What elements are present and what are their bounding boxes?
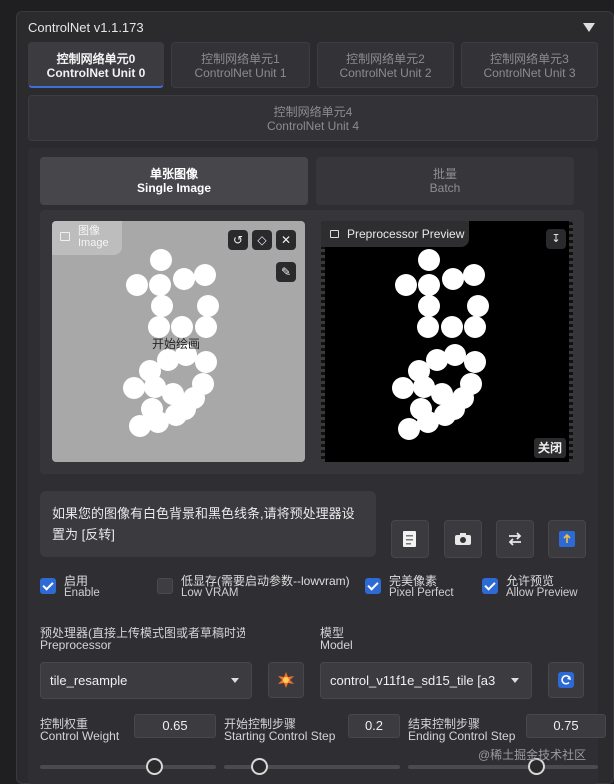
tab-unit-1-cn: 控制网络单元1 xyxy=(201,52,280,66)
tab-unit-3-en: ControlNet Unit 3 xyxy=(483,66,576,80)
run-preprocessor-icon xyxy=(278,672,294,688)
send-dimensions-button[interactable] xyxy=(548,520,586,558)
pixel-perfect-label: 完美像素 Pixel Perfect xyxy=(389,575,454,599)
allow-preview-label-cn: 允许预览 xyxy=(506,574,555,588)
tab-unit-4-cn: 控制网络单元4 xyxy=(273,105,353,119)
tab-unit-1[interactable]: 控制网络单元1 ControlNet Unit 1 xyxy=(171,42,310,88)
starting-step-input[interactable]: 0.2 xyxy=(348,714,400,738)
image-label-en: Image xyxy=(78,237,109,249)
accordion-title[interactable]: ControlNet v1.1.173 xyxy=(28,20,144,35)
tab-unit-0-en: ControlNet Unit 0 xyxy=(46,66,146,80)
control-weight-label: 控制权重 Control Weight xyxy=(40,718,119,742)
low-vram-label-en: Low VRAM xyxy=(181,587,239,599)
tab-batch-en: Batch xyxy=(429,181,461,195)
model-label-en: Model xyxy=(320,638,353,652)
starting-step-label: 开始控制步骤 Starting Control Step xyxy=(224,718,335,742)
enable-checkbox[interactable] xyxy=(40,578,56,594)
pixel-perfect-label-cn: 完美像素 xyxy=(389,574,438,588)
tab-unit-1-en: ControlNet Unit 1 xyxy=(194,66,287,80)
swap-icon xyxy=(508,532,522,546)
refresh-icon xyxy=(558,672,574,688)
allow-preview-label-en: Allow Preview xyxy=(506,587,578,599)
tab-unit-3[interactable]: 控制网络单元3 ControlNet Unit 3 xyxy=(461,42,598,88)
tab-batch[interactable]: 批量 Batch xyxy=(316,157,574,205)
tab-unit-0[interactable]: 控制网络单元0 ControlNet Unit 0 xyxy=(28,42,164,88)
tab-unit-4-en: ControlNet Unit 4 xyxy=(266,119,360,133)
new-canvas-icon xyxy=(403,531,416,547)
low-vram-label-cn: 低显存(需要启动参数--lowvram) xyxy=(181,574,350,588)
chevron-down-icon xyxy=(231,678,239,683)
tab-single-image-en: Single Image xyxy=(136,181,212,195)
control-weight-slider[interactable] xyxy=(40,765,216,769)
enable-label-cn: 启用 xyxy=(64,574,89,588)
preview-dots xyxy=(392,249,489,440)
camera-icon xyxy=(455,533,471,545)
preprocessor-value: tile_resample xyxy=(50,673,128,688)
control-weight-label-en: Control Weight xyxy=(40,729,120,743)
preprocessor-select[interactable]: tile_resample xyxy=(40,662,252,699)
allow-preview-label: 允许预览 Allow Preview xyxy=(506,575,578,599)
low-vram-checkbox[interactable] xyxy=(157,578,173,594)
enable-label-en: Enable xyxy=(64,587,100,599)
preprocessor-label: 预处理器(直接上传模式图或者草稿时选 Preprocessor xyxy=(40,627,245,651)
control-weight-input[interactable]: 0.65 xyxy=(134,714,216,738)
eraser-icon[interactable]: ◇ xyxy=(252,230,272,250)
preprocessor-label-en: Preprocessor xyxy=(40,638,112,651)
tab-single-image[interactable]: 单张图像 Single Image xyxy=(40,157,308,205)
ending-step-slider[interactable] xyxy=(408,765,598,769)
model-value: control_v11f1e_sd15_tile [a3 xyxy=(330,673,496,688)
send-dimensions-icon xyxy=(559,531,575,547)
ending-step-label: 结束控制步骤 Ending Control Step xyxy=(408,718,515,742)
ending-step-label-en: Ending Control Step xyxy=(408,729,516,743)
start-drawing-button[interactable]: 开始绘画 xyxy=(152,335,200,352)
refresh-models-button[interactable] xyxy=(548,662,584,698)
pixel-perfect-label-en: Pixel Perfect xyxy=(389,587,454,599)
enable-label: 启用 Enable xyxy=(64,575,100,599)
invert-hint: 如果您的图像有白色背景和黑色线条,请将预处理器设置为 [反转] xyxy=(40,491,376,557)
close-preview-button[interactable]: 关闭 xyxy=(534,438,566,458)
webcam-button[interactable] xyxy=(444,520,482,558)
new-canvas-button[interactable] xyxy=(391,520,429,558)
image-label: 图像 Image xyxy=(52,221,122,255)
starting-step-label-en: Starting Control Step xyxy=(224,729,336,743)
preview-label: Preprocessor Preview xyxy=(321,221,469,247)
preview-label-text: Preprocessor Preview xyxy=(347,227,465,241)
close-icon[interactable]: ✕ xyxy=(276,230,296,250)
tab-unit-2[interactable]: 控制网络单元2 ControlNet Unit 2 xyxy=(317,42,454,88)
collapse-caret-icon[interactable] xyxy=(583,23,595,32)
chevron-down-icon xyxy=(511,678,519,683)
preprocessor-preview xyxy=(321,221,573,462)
run-preprocessor-button[interactable] xyxy=(268,662,304,698)
tab-unit-2-en: ControlNet Unit 2 xyxy=(339,66,432,80)
image-label-cn: 图像 xyxy=(78,225,100,237)
tab-unit-0-cn: 控制网络单元0 xyxy=(56,52,136,66)
model-label: 模型 Model xyxy=(320,627,353,651)
tab-single-image-cn: 单张图像 xyxy=(149,167,198,181)
tab-batch-cn: 批量 xyxy=(432,167,457,181)
mirror-webcam-button[interactable] xyxy=(496,520,534,558)
tab-unit-3-cn: 控制网络单元3 xyxy=(490,52,569,66)
watermark: @稀土掘金技术社区 xyxy=(478,748,587,762)
low-vram-label: 低显存(需要启动参数--lowvram) Low VRAM xyxy=(181,575,350,599)
image-icon xyxy=(60,232,70,241)
image-icon xyxy=(330,230,339,238)
tab-unit-2-cn: 控制网络单元2 xyxy=(346,52,425,66)
undo-icon[interactable]: ↺ xyxy=(228,230,248,250)
brush-icon[interactable]: ✎ xyxy=(276,262,296,282)
model-select[interactable]: control_v11f1e_sd15_tile [a3 xyxy=(320,662,532,699)
download-icon[interactable]: ↧ xyxy=(546,229,566,249)
pixel-perfect-checkbox[interactable] xyxy=(365,578,381,594)
tab-unit-4[interactable]: 控制网络单元4 ControlNet Unit 4 xyxy=(28,95,598,141)
ending-step-input[interactable]: 0.75 xyxy=(526,714,606,738)
allow-preview-checkbox[interactable] xyxy=(482,578,498,594)
